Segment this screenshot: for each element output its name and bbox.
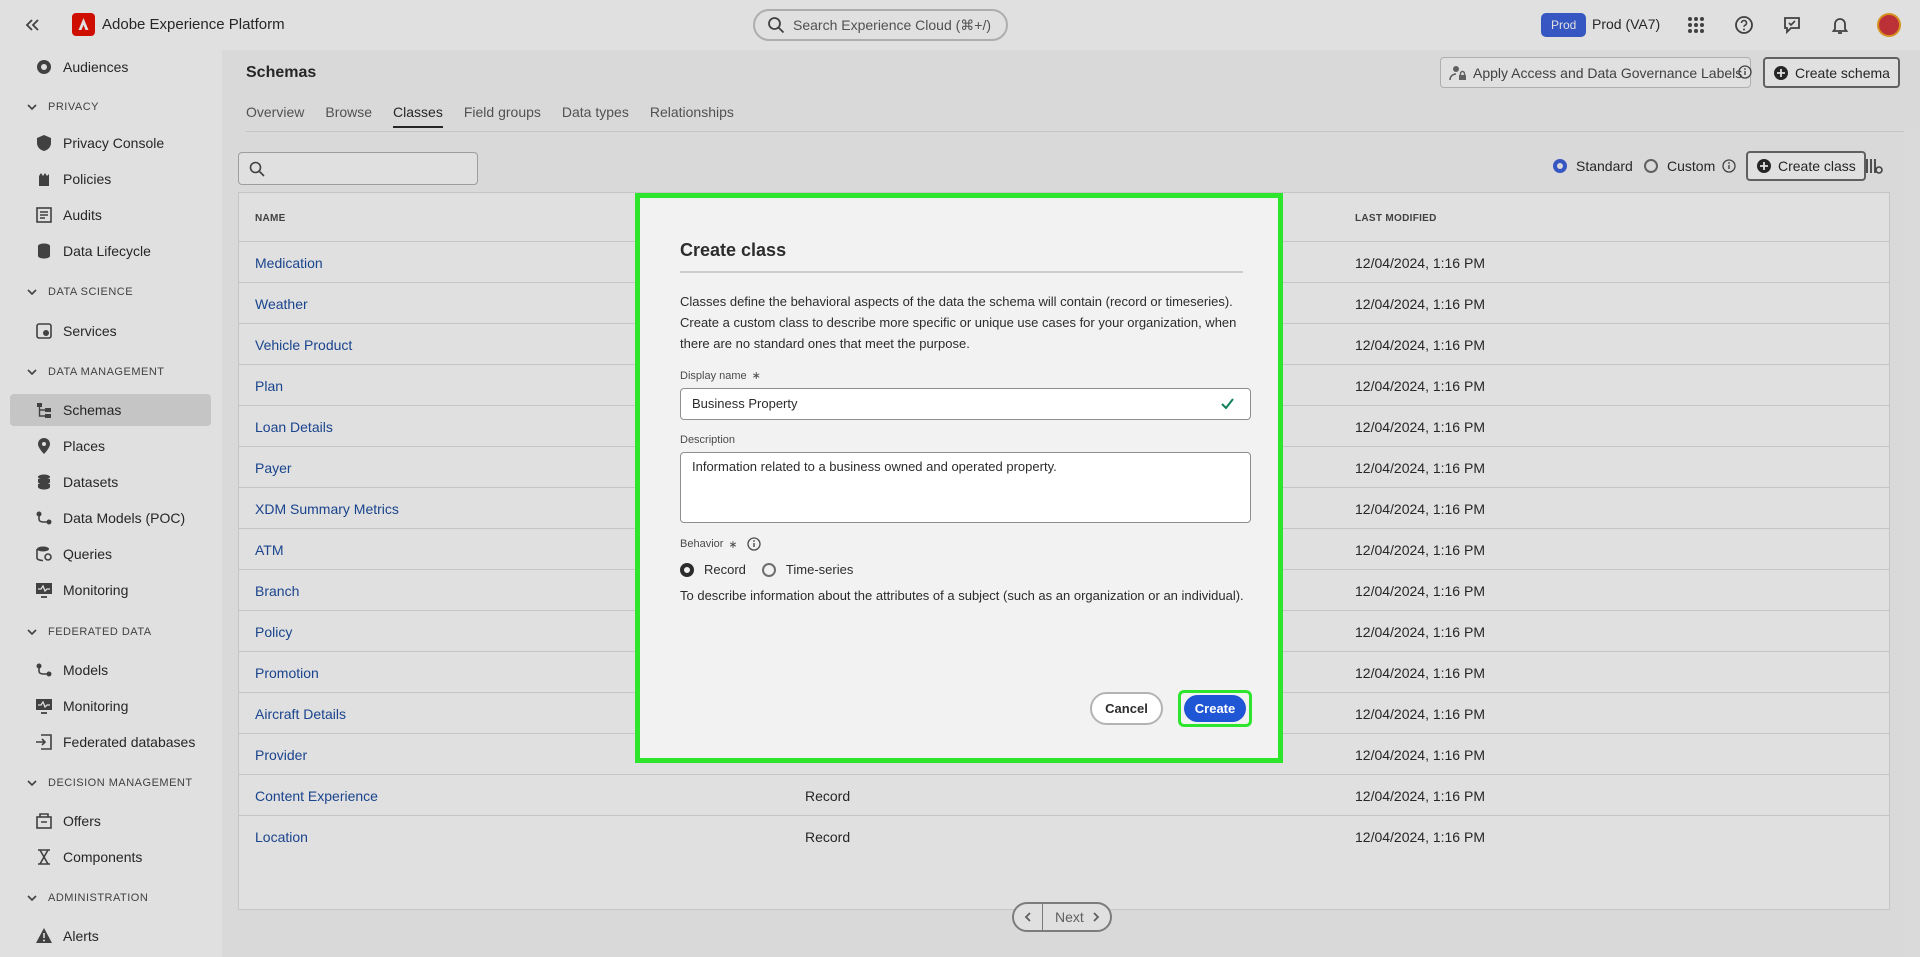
behavior-label: Behavior ∗ bbox=[680, 537, 761, 551]
description-label: Description bbox=[680, 434, 735, 446]
cancel-label: Cancel bbox=[1105, 701, 1148, 716]
description-textarea[interactable]: Information related to a business owned … bbox=[680, 452, 1251, 523]
display-name-label-text: Display name bbox=[680, 369, 747, 382]
description-label-text: Description bbox=[680, 434, 736, 446]
checkmark-icon bbox=[1221, 398, 1234, 410]
behavior-label-text: Behavior bbox=[680, 538, 724, 550]
dialog-title: Create class bbox=[680, 240, 787, 260]
info-icon[interactable] bbox=[746, 537, 761, 551]
behavior-help-text: To describe information about the attrib… bbox=[680, 588, 1244, 603]
create-button[interactable]: Create bbox=[1178, 690, 1252, 727]
behavior-record-label[interactable]: Record bbox=[704, 562, 746, 577]
required-asterisk: ∗ bbox=[728, 538, 738, 551]
display-name-label: Display name ∗ bbox=[680, 369, 761, 383]
behavior-time-series-label[interactable]: Time-series bbox=[786, 562, 853, 577]
create-class-dialog: Create class Classes define the behavior… bbox=[635, 193, 1283, 763]
display-name-field[interactable]: Business Property bbox=[680, 388, 1251, 420]
behavior-time-series-radio[interactable] bbox=[761, 562, 776, 577]
required-asterisk: ∗ bbox=[751, 370, 761, 382]
dialog-description: Classes define the behavioral aspects of… bbox=[680, 294, 1237, 351]
behavior-record-radio[interactable] bbox=[680, 562, 694, 577]
behavior-radio-group: Record Time-series bbox=[680, 562, 853, 577]
description-value: Information related to a business owned … bbox=[692, 459, 1057, 474]
cancel-button[interactable]: Cancel bbox=[1090, 692, 1163, 725]
create-label: Create bbox=[1184, 695, 1246, 722]
display-name-value: Business Property bbox=[692, 396, 798, 411]
dialog-divider bbox=[680, 271, 1243, 273]
